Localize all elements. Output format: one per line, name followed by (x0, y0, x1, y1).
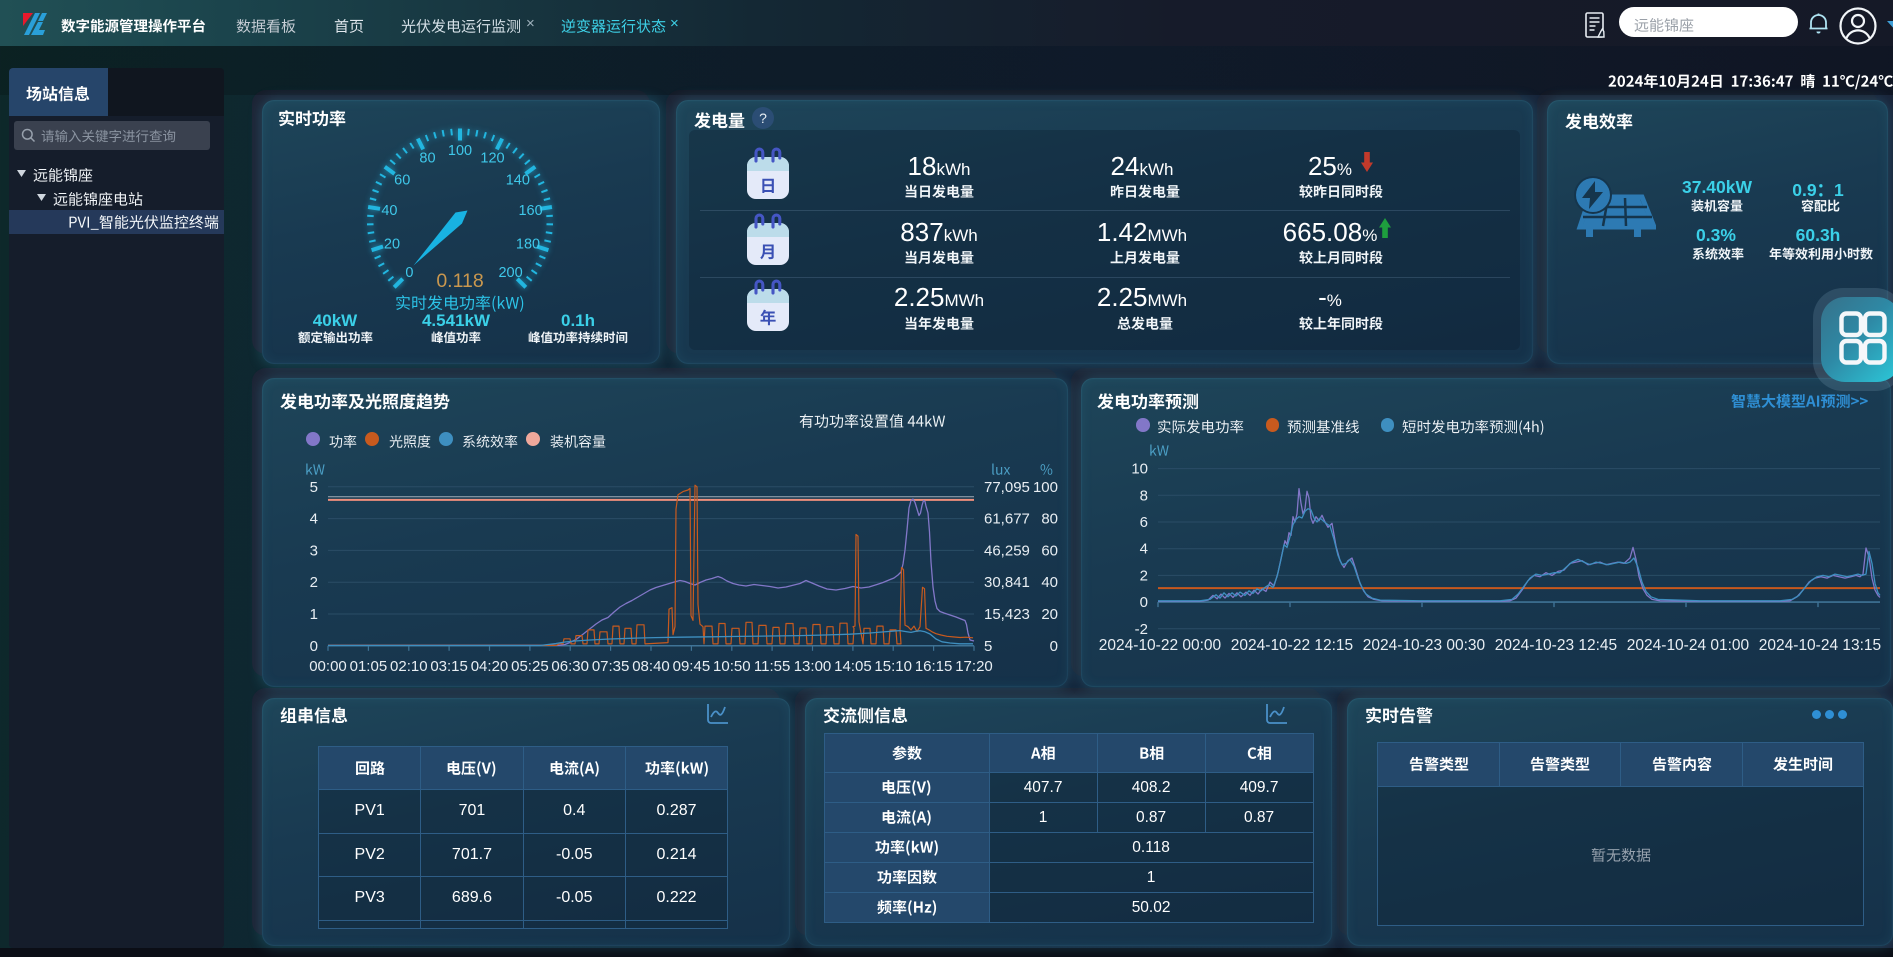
svg-text:13:00: 13:00 (794, 658, 832, 675)
svg-text:5: 5 (984, 638, 992, 655)
svg-text:-2: -2 (1135, 621, 1148, 638)
svg-text:06:30: 06:30 (551, 658, 589, 675)
svg-text:80: 80 (1041, 511, 1058, 528)
svg-text:200: 200 (498, 265, 522, 281)
svg-text:2024-10-22 00:00: 2024-10-22 00:00 (1099, 637, 1222, 654)
svg-text:140: 140 (506, 172, 530, 188)
svg-text:10: 10 (1131, 461, 1148, 478)
svg-text:2024-10-23 12:45: 2024-10-23 12:45 (1495, 637, 1617, 654)
svg-text:40: 40 (1041, 574, 1058, 591)
svg-text:08:40: 08:40 (632, 658, 670, 675)
svg-text:15,423: 15,423 (984, 606, 1030, 623)
svg-text:2: 2 (1140, 567, 1148, 584)
svg-text:02:10: 02:10 (390, 658, 428, 675)
svg-text:60: 60 (1041, 542, 1058, 559)
svg-text:4: 4 (1140, 541, 1148, 558)
svg-text:46,259: 46,259 (984, 542, 1030, 559)
svg-text:01:05: 01:05 (350, 658, 388, 675)
svg-text:2024-10-24 01:00: 2024-10-24 01:00 (1627, 637, 1750, 654)
svg-text:0: 0 (405, 265, 413, 281)
svg-text:3: 3 (310, 542, 318, 559)
svg-text:10:50: 10:50 (713, 658, 751, 675)
svg-text:11:55: 11:55 (754, 658, 790, 675)
svg-text:03:15: 03:15 (430, 658, 468, 675)
svg-text:0: 0 (1050, 638, 1058, 655)
svg-text:8: 8 (1140, 487, 1148, 504)
svg-text:6: 6 (1140, 514, 1148, 531)
svg-text:20: 20 (1041, 606, 1058, 623)
svg-text:2024-10-22 12:15: 2024-10-22 12:15 (1231, 637, 1353, 654)
svg-text:77,095: 77,095 (984, 479, 1030, 496)
svg-text:16:15: 16:15 (915, 658, 953, 675)
svg-text:180: 180 (516, 236, 540, 252)
svg-text:120: 120 (480, 151, 504, 167)
svg-text:100: 100 (1033, 479, 1058, 496)
svg-text:09:45: 09:45 (673, 658, 711, 675)
svg-text:160: 160 (518, 203, 542, 219)
svg-text:30,841: 30,841 (984, 574, 1030, 591)
svg-text:05:25: 05:25 (511, 658, 549, 675)
svg-text:60: 60 (394, 172, 410, 188)
svg-text:2024-10-23 00:30: 2024-10-23 00:30 (1363, 637, 1486, 654)
svg-text:80: 80 (419, 151, 435, 167)
svg-text:4: 4 (310, 511, 318, 528)
svg-text:1: 1 (310, 606, 318, 623)
svg-text:100: 100 (448, 143, 472, 159)
svg-text:00:00: 00:00 (309, 658, 347, 675)
svg-text:15:10: 15:10 (874, 658, 912, 675)
svg-text:20: 20 (384, 236, 400, 252)
svg-text:17:20: 17:20 (955, 658, 993, 675)
svg-text:5: 5 (310, 479, 318, 496)
svg-text:40: 40 (381, 203, 397, 219)
svg-text:04:20: 04:20 (471, 658, 509, 675)
svg-text:07:35: 07:35 (592, 658, 630, 675)
svg-text:61,677: 61,677 (984, 511, 1030, 528)
svg-text:0: 0 (1140, 594, 1148, 611)
svg-text:2: 2 (310, 574, 318, 591)
svg-text:2024-10-24 13:15: 2024-10-24 13:15 (1759, 637, 1881, 654)
svg-text:0: 0 (310, 638, 318, 655)
svg-text:14:05: 14:05 (834, 658, 872, 675)
